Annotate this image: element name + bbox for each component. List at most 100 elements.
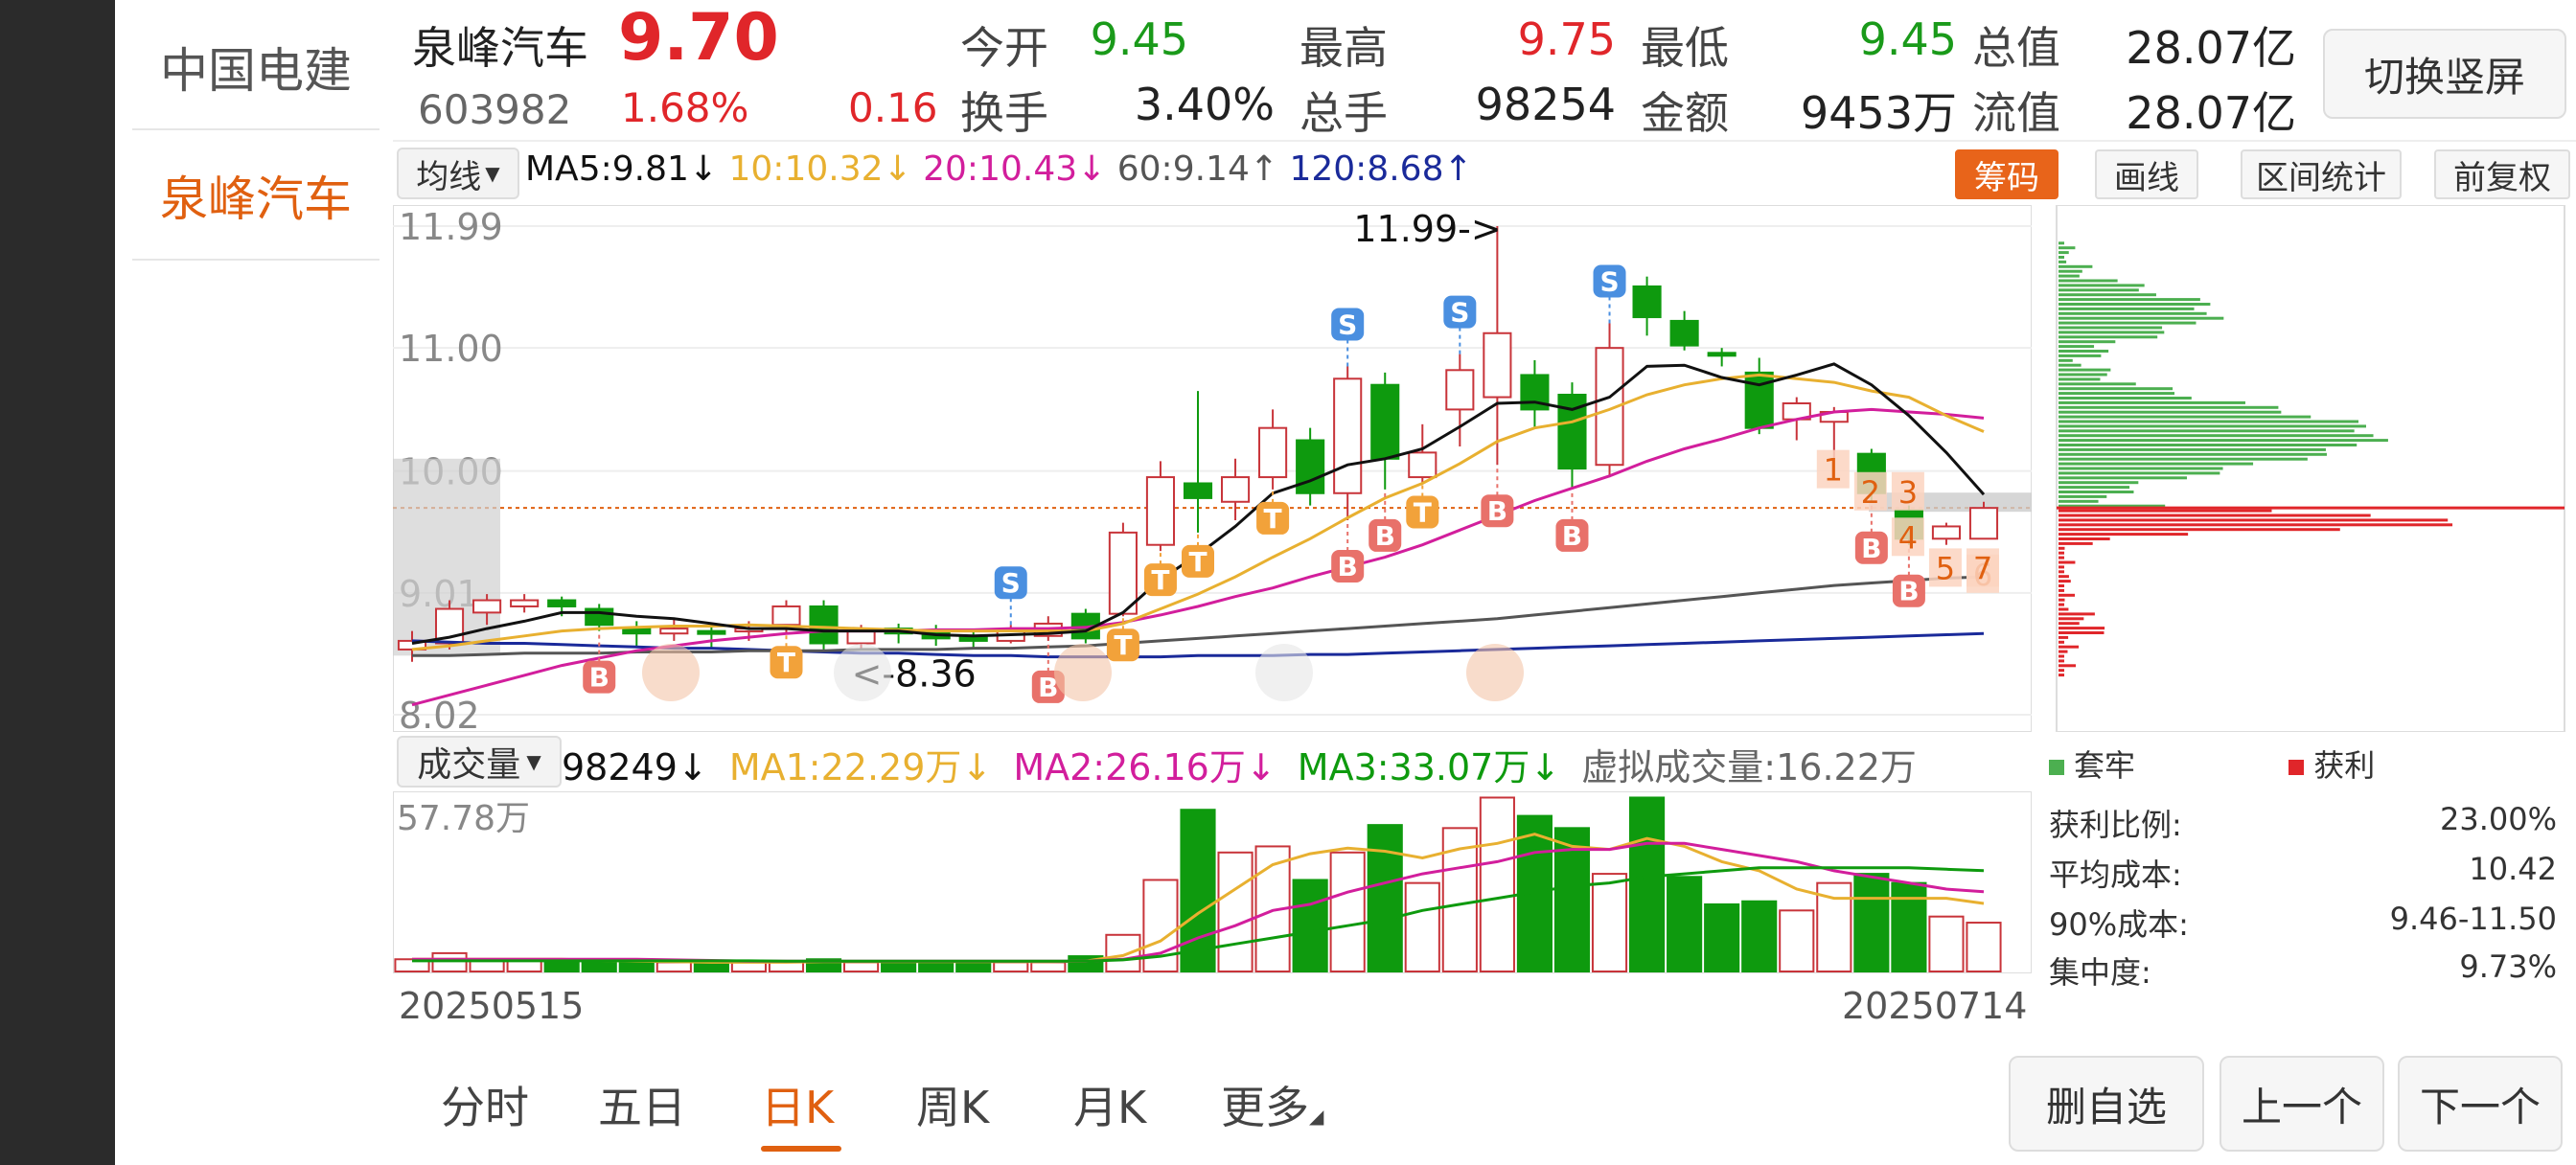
volume-bar-down — [1704, 902, 1740, 972]
chip-bar — [2058, 298, 2200, 302]
volume-bar-down — [1629, 796, 1666, 973]
end-date: 20250714 — [1842, 985, 2028, 1027]
chip-bar — [2058, 584, 2064, 587]
candle-down — [1632, 285, 1662, 319]
chip-bar — [2058, 288, 2139, 292]
candle-up — [1968, 507, 1999, 540]
high-value: 9.75 — [1517, 13, 1616, 65]
next-stock-button[interactable]: 下一个 — [2398, 1056, 2563, 1152]
chip-bar — [2058, 523, 2453, 527]
chip-bar — [2058, 331, 2165, 334]
chip-bar — [2058, 256, 2064, 259]
chip-bar — [2058, 368, 2111, 372]
volume-bar-up — [1479, 796, 1515, 973]
chip-bar — [2058, 486, 2130, 490]
volume-bar-down — [955, 961, 992, 972]
volume-bar-up — [1329, 851, 1366, 972]
chip-bar — [2058, 546, 2065, 550]
previous-stock-button[interactable]: 上一个 — [2220, 1056, 2384, 1152]
volume-label: 总手 — [1300, 87, 1388, 139]
chip-bar — [2058, 669, 2064, 673]
divider — [132, 128, 380, 130]
chip-bar — [2058, 499, 2099, 503]
tab-monthly-k[interactable]: 月K — [1073, 1073, 1146, 1136]
tab-more[interactable]: 更多◢ — [1221, 1073, 1323, 1136]
max-price-label: 11.99-> — [1353, 208, 1501, 250]
signal-T-label: T — [1414, 496, 1432, 528]
tab-daily-k[interactable]: 日K — [761, 1073, 834, 1136]
stat-label: 获利比例: — [2049, 807, 2182, 843]
current-price: 9.70 — [618, 0, 779, 76]
volume-bar-up — [656, 961, 692, 972]
turnover-value: 3.40% — [1134, 79, 1275, 130]
signal-B-label: B — [1375, 520, 1395, 552]
volume-bar-down — [1741, 900, 1778, 972]
chip-bar — [2058, 345, 2095, 349]
signal-S-label: S — [1338, 308, 1357, 340]
volume-bar-down — [918, 961, 954, 972]
tab-weekly-k[interactable]: 周K — [916, 1073, 989, 1136]
float-cap-value: 28.07亿 — [2126, 87, 2296, 139]
chip-bar — [2058, 358, 2073, 362]
ma-selector[interactable]: 均线 ▼ — [397, 148, 519, 199]
signal-T-label: T — [1264, 503, 1282, 535]
delete-watchlist-button[interactable]: 删自选 — [2009, 1056, 2204, 1152]
stat-value: 23.00% — [2439, 801, 2557, 837]
chip-bar — [2058, 311, 2207, 315]
sequence-number: 3 — [1898, 474, 1918, 511]
chip-bar — [2058, 627, 2105, 630]
candle-down — [809, 605, 839, 645]
stock-list-item-zgdj[interactable]: 中国电建 — [132, 4, 380, 130]
chip-bar — [2058, 251, 2069, 255]
candle-up — [1483, 331, 1512, 399]
chip-bar — [2058, 420, 2359, 423]
stat-value: 9.73% — [2459, 948, 2557, 985]
tab-five-day[interactable]: 五日 — [598, 1073, 686, 1136]
volume-axis-label: 57.78万 — [397, 799, 530, 838]
chip-bar — [2058, 603, 2064, 606]
low-label: 最低 — [1641, 22, 1729, 74]
stock-code: 603982 — [418, 86, 572, 133]
candle-down — [547, 599, 577, 607]
chip-bar — [2058, 467, 2223, 470]
volume-selector-label: 成交量 — [417, 745, 521, 785]
volume-chart[interactable]: 57.78万 — [393, 791, 2032, 973]
ma5-value: MA5:9.81↓ — [525, 149, 719, 189]
chip-bar — [2058, 622, 2080, 626]
vol-ma3-value: MA3:33.07万↓ — [1297, 746, 1561, 788]
chip-bar — [2058, 424, 2366, 428]
draw-line-button[interactable]: 画线 — [2095, 149, 2198, 199]
volume-bar-down — [1292, 879, 1328, 972]
chip-bar — [2058, 588, 2064, 592]
stat-label: 90%成本: — [2049, 906, 2189, 943]
amount-value: 9453万 — [1800, 87, 1957, 139]
volume-bar-down — [881, 961, 917, 972]
signal-T-label: T — [1114, 629, 1132, 661]
signal-B-label: B — [1898, 576, 1919, 607]
chip-bar — [2058, 335, 2158, 339]
volume-indicator-selector[interactable]: 成交量 ▼ — [397, 736, 562, 788]
chip-bar — [2058, 350, 2109, 353]
switch-portrait-button[interactable]: 切换竖屏 — [2323, 29, 2566, 119]
range-stats-button[interactable]: 区间统计 — [2241, 149, 2402, 199]
open-label: 今开 — [960, 22, 1048, 74]
forward-adjust-button[interactable]: 前复权 — [2434, 149, 2570, 199]
kline-chart[interactable]: 11.9911.0010.009.018.02BTSBTTTTSBBTSBBSB… — [393, 205, 2032, 732]
chip-bar — [2058, 528, 2340, 532]
amount-label: 金额 — [1641, 87, 1729, 139]
candle-up — [659, 628, 689, 635]
sequence-number: 2 — [1861, 474, 1880, 511]
tab-intraday[interactable]: 分时 — [441, 1073, 529, 1136]
volume-bar-up — [1928, 915, 1965, 972]
chip-stat-concentration: 集中度: 9.73% — [2049, 948, 2557, 993]
active-tab-indicator — [761, 1146, 841, 1152]
ma10-value: 10:10.32↓ — [728, 149, 912, 189]
signal-B-label: B — [1562, 520, 1582, 552]
signal-T-label: T — [1188, 546, 1207, 578]
chip-bar — [2058, 447, 2326, 451]
stock-list-item-qfqc[interactable]: 泉峰汽车 — [132, 132, 380, 259]
open-value: 9.45 — [1090, 13, 1188, 65]
chip-bar — [2058, 392, 2175, 396]
chip-distribution-button[interactable]: 筹码 — [1955, 149, 2058, 199]
chart-nav-button — [834, 644, 891, 701]
